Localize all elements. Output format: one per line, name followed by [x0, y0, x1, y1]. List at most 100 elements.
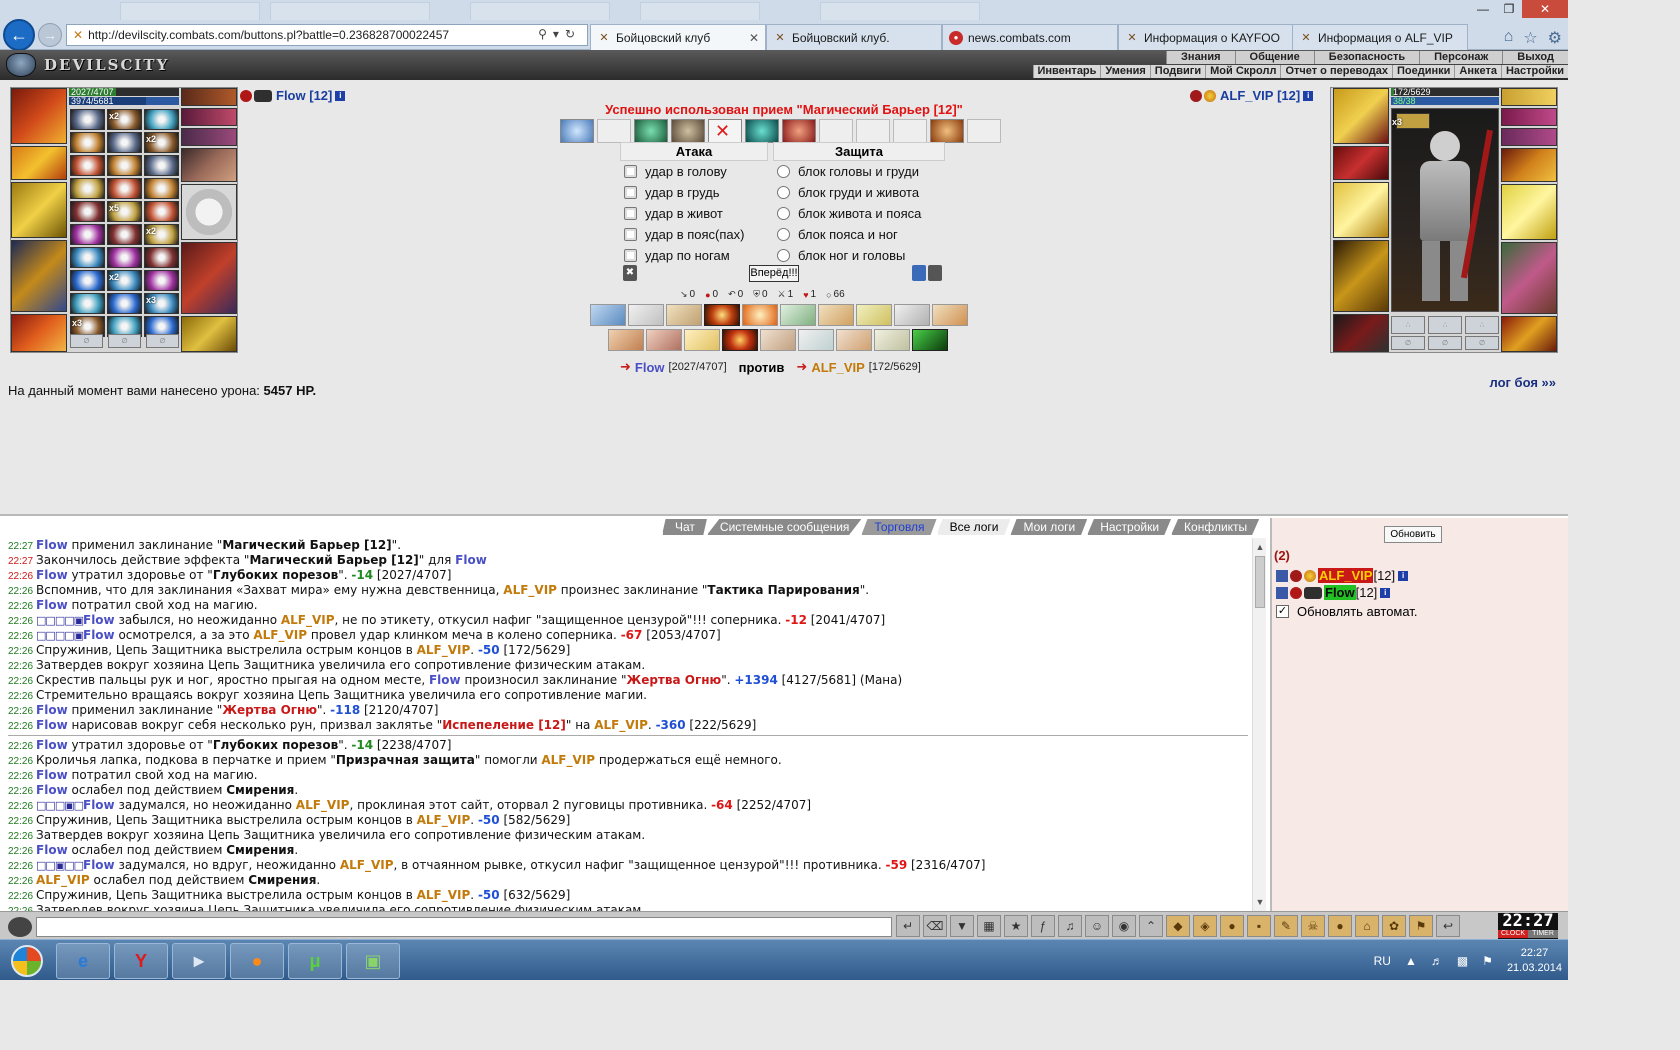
language-indicator[interactable]: RU [1374, 954, 1391, 968]
necklace-slot[interactable] [181, 108, 237, 126]
clock-label[interactable]: CLOCK [1498, 930, 1528, 938]
scroll-up-icon[interactable]: ▲ [1253, 540, 1267, 554]
empty-slot[interactable]: ∅ [108, 334, 141, 348]
enemy-rune-slot[interactable]: ∴ [1465, 316, 1499, 334]
gloves-slot[interactable] [181, 148, 237, 182]
defense-radio[interactable] [777, 186, 790, 199]
run-icon[interactable]: ★ [1004, 915, 1028, 937]
feather-icon[interactable]: ✎ [1274, 915, 1298, 937]
spell-slot[interactable] [745, 119, 779, 143]
tab-news[interactable]: ● news.combats.com [942, 24, 1118, 50]
scroll-icon[interactable]: ◈ [1193, 915, 1217, 937]
tab-info-alf[interactable]: ✕ Информация о ALF_VIP [1292, 24, 1468, 50]
effect-icon[interactable] [608, 329, 644, 351]
submenu-achievements[interactable]: Подвиги [1149, 65, 1205, 78]
spell-slot-empty[interactable] [967, 119, 1001, 143]
log-player-name[interactable]: Flow [429, 673, 461, 687]
filter-icon[interactable]: ▼ [950, 915, 974, 937]
tab-combats-2[interactable]: ✕ Бойцовский клуб. [766, 24, 942, 50]
devilscity-logo[interactable]: DEVILSCITY [6, 52, 169, 78]
log-player-name[interactable]: ALF_VIP [594, 718, 648, 732]
effect-icon[interactable] [704, 304, 740, 326]
ring-slot-1[interactable] [181, 128, 237, 146]
log-timestamp[interactable]: 22:26 [8, 861, 33, 872]
tab-info-kayfoo[interactable]: ✕ Информация о KAYFOO [1118, 24, 1294, 50]
close-icon[interactable]: ✕ [1522, 0, 1568, 18]
spell-grid-item[interactable] [70, 270, 105, 291]
enemy-legs-slot[interactable] [1501, 242, 1557, 314]
log-timestamp[interactable]: 22:26 [8, 876, 33, 887]
utorrent-taskbar-icon[interactable]: μ [288, 943, 342, 979]
effect-icon[interactable] [818, 304, 854, 326]
weapon-slot[interactable] [11, 182, 67, 238]
enemy-armor-slot[interactable] [1333, 240, 1389, 312]
log-timestamp[interactable]: 22:26 [8, 891, 33, 902]
spell-grid-item[interactable]: x2 [107, 109, 142, 130]
effect-icon[interactable] [742, 304, 778, 326]
spell-grid-item[interactable] [70, 155, 105, 176]
spell-grid-item[interactable]: x3 [144, 293, 179, 314]
effect-icon[interactable] [798, 329, 834, 351]
attack-option-groin[interactable]: удар в пояс(пах) [620, 224, 768, 245]
spell-grid-item[interactable] [107, 247, 142, 268]
enemy-rune-slot[interactable]: ∴ [1391, 316, 1425, 334]
spell-grid-item[interactable] [144, 247, 179, 268]
submenu-settings[interactable]: Настройки [1500, 65, 1568, 78]
log-timestamp[interactable]: 22:27 [8, 556, 33, 567]
info-icon[interactable]: i [1398, 570, 1409, 581]
log-player-name[interactable]: Flow [36, 738, 68, 752]
exit-icon[interactable]: ↩ [1436, 915, 1460, 937]
enemy-amulet-slot[interactable] [1333, 146, 1389, 180]
log-player-name[interactable]: Flow [83, 613, 115, 627]
send-icon[interactable]: ↵ [896, 915, 920, 937]
submenu-my-scroll[interactable]: Мой Скролл [1205, 65, 1280, 78]
enemy-rune-slot[interactable]: ∴ [1428, 316, 1462, 334]
spell-grid-item[interactable] [70, 178, 105, 199]
log-player-name[interactable]: Flow [36, 538, 68, 552]
spell-grid-item[interactable] [144, 178, 179, 199]
enemy-earring-slot[interactable] [1501, 88, 1557, 106]
log-timestamp[interactable]: 22:26 [8, 601, 33, 612]
defense-radio[interactable] [777, 228, 790, 241]
tab-my-logs[interactable]: Мои логи [1010, 519, 1088, 535]
log-timestamp[interactable]: 22:26 [8, 571, 33, 582]
log-player-name[interactable]: Flow [36, 718, 68, 732]
boots-slot[interactable] [181, 316, 237, 352]
log-player-name[interactable]: Flow [455, 553, 487, 567]
spell-grid-item[interactable] [144, 270, 179, 291]
log-player-name[interactable]: ALF_VIP [417, 888, 471, 902]
skull-icon[interactable]: ☠ [1301, 915, 1325, 937]
log-player-name[interactable]: Flow [36, 598, 68, 612]
defense-option-head-chest[interactable]: блок головы и груди [773, 161, 945, 182]
log-timestamp[interactable]: 22:26 [8, 801, 33, 812]
spell-slot-empty[interactable] [597, 119, 631, 143]
address-url[interactable]: http://devilscity.combats.com/buttons.pl… [88, 28, 449, 42]
defense-option-belly-belt[interactable]: блок живота и пояса [773, 203, 945, 224]
attack-option-chest[interactable]: удар в грудь [620, 182, 768, 203]
clear-icon[interactable]: ⌫ [923, 915, 947, 937]
tray-clock[interactable]: 22:27 21.03.2014 [1507, 946, 1562, 976]
log-timestamp[interactable]: 22:26 [8, 631, 33, 642]
enemy-info-icon[interactable]: i [1303, 90, 1314, 101]
vs-enemy-name[interactable]: ALF_VIP [811, 360, 864, 375]
empty-slot[interactable]: ∅ [146, 334, 179, 348]
log-player-name[interactable]: Flow [83, 798, 115, 812]
tab-close-icon[interactable]: ✕ [749, 31, 759, 45]
attack-option-head[interactable]: удар в голову [620, 161, 768, 182]
ie-taskbar-icon[interactable]: e [56, 943, 110, 979]
network-icon[interactable]: ▩ [1457, 954, 1468, 968]
magic-shield-icon[interactable] [912, 265, 926, 281]
log-timestamp[interactable]: 22:26 [8, 741, 33, 752]
log-player-name[interactable]: ALF_VIP [253, 628, 307, 642]
auto-battle-icon[interactable] [928, 265, 942, 281]
bag-icon[interactable]: ◆ [1166, 915, 1190, 937]
tab-trade[interactable]: Торговля [861, 519, 937, 535]
enemy-empty-slot[interactable]: ∅ [1465, 336, 1499, 350]
refresh-button[interactable]: Обновить [1384, 526, 1442, 543]
tray-arrow-icon[interactable]: ▲ [1405, 954, 1417, 968]
spell-grid-item[interactable]: x2 [144, 224, 179, 245]
tab-combats-active[interactable]: ✕ Бойцовский клуб ✕ [590, 24, 766, 50]
participant-name-player[interactable]: Flow [1324, 585, 1356, 600]
effect-icon[interactable] [646, 329, 682, 351]
effect-icon[interactable] [874, 329, 910, 351]
